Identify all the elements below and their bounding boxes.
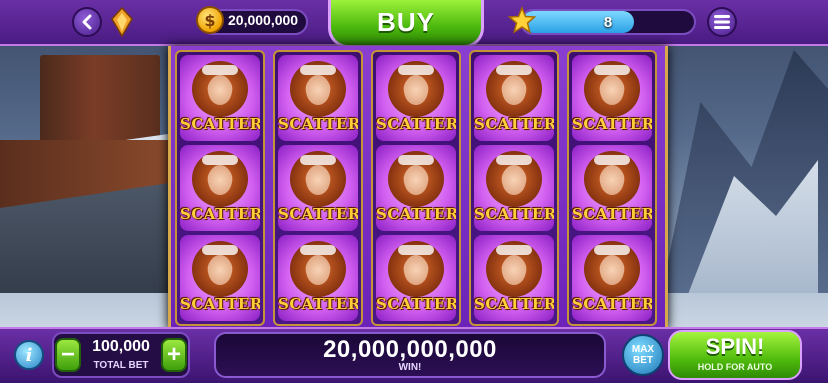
scatter-symbol: SCATTER (474, 55, 554, 141)
woman-portrait-icon (388, 241, 444, 297)
woman-portrait-icon (388, 151, 444, 207)
scatter-label: SCATTER (572, 295, 652, 313)
level-value: 8 (603, 14, 613, 31)
woman-portrait-icon (388, 61, 444, 117)
scatter-symbol: SCATTER (474, 235, 554, 321)
woman-portrait-icon (584, 151, 640, 207)
scatter-label: SCATTER (474, 205, 554, 223)
scatter-label: SCATTER (376, 295, 456, 313)
buy-button[interactable]: BUY (328, 0, 484, 48)
scatter-symbol: SCATTER (474, 145, 554, 231)
scatter-symbol: SCATTER (278, 235, 358, 321)
woman-portrait-icon (290, 151, 346, 207)
scatter-label: SCATTER (474, 295, 554, 313)
scatter-label: SCATTER (376, 115, 456, 133)
woman-portrait-icon (192, 151, 248, 207)
max-bet-button[interactable]: MAX BET (622, 334, 664, 376)
scatter-symbol: SCATTER (376, 55, 456, 141)
menu-button[interactable] (707, 7, 737, 37)
reel-frame: SCATTER SCATTER SCATTER SCATTER SCATTER SCATT… (168, 46, 668, 330)
reel-column: SCATTER SCATTER SCATTER (273, 50, 363, 326)
scatter-symbol: SCATTER (180, 235, 260, 321)
reel-column: SCATTER SCATTER SCATTER (175, 50, 265, 326)
win-value: 20,000,000,000 (323, 336, 497, 363)
back-button[interactable] (72, 7, 102, 37)
scatter-label: SCATTER (376, 205, 456, 223)
woman-portrait-icon (584, 241, 640, 297)
scatter-symbol: SCATTER (278, 55, 358, 141)
spin-label[interactable]: SPIN! (668, 334, 802, 360)
hamburger-menu-icon (714, 15, 730, 29)
scatter-symbol: SCATTER (180, 55, 260, 141)
scatter-symbol: SCATTER (572, 235, 652, 321)
increase-bet-button[interactable]: + (161, 338, 187, 372)
flame-gem-icon[interactable] (110, 7, 134, 37)
scatter-label: SCATTER (180, 295, 260, 313)
scatter-label: SCATTER (278, 295, 358, 313)
woman-portrait-icon (584, 61, 640, 117)
woman-portrait-icon (192, 241, 248, 297)
woman-portrait-icon (290, 241, 346, 297)
max-bet-label-line1: MAX (631, 344, 655, 355)
total-bet-label: TOTAL BET (93, 360, 149, 371)
win-label: WIN! (398, 362, 422, 373)
scatter-label: SCATTER (572, 205, 652, 223)
scatter-label: SCATTER (180, 205, 260, 223)
chevron-left-icon (82, 14, 92, 30)
total-bet-value: 100,000 (92, 338, 150, 355)
scatter-symbol: SCATTER (572, 55, 652, 141)
woman-portrait-icon (486, 241, 542, 297)
reel-column: SCATTER SCATTER SCATTER (567, 50, 657, 326)
decrease-bet-button[interactable]: − (55, 338, 81, 372)
scatter-label: SCATTER (278, 115, 358, 133)
scatter-label: SCATTER (278, 205, 358, 223)
info-button[interactable]: i (14, 340, 44, 370)
scatter-symbol: SCATTER (180, 145, 260, 231)
woman-portrait-icon (290, 61, 346, 117)
level-progress-bar[interactable]: 8 (520, 9, 696, 35)
max-bet-label-line2: BET (633, 355, 653, 366)
woman-portrait-icon (486, 61, 542, 117)
scatter-label: SCATTER (474, 115, 554, 133)
scatter-symbol: SCATTER (376, 235, 456, 321)
coin-icon: $ (196, 6, 224, 34)
scatter-symbol: SCATTER (572, 145, 652, 231)
coin-balance-value: 20,000,000 (228, 12, 299, 28)
woman-portrait-icon (192, 61, 248, 117)
reel-column: SCATTER SCATTER SCATTER (469, 50, 559, 326)
scatter-label: SCATTER (180, 115, 260, 133)
star-icon (508, 6, 536, 34)
reel-column: SCATTER SCATTER SCATTER (371, 50, 461, 326)
spin-hold-hint: HOLD FOR AUTO (697, 362, 773, 372)
scatter-symbol: SCATTER (278, 145, 358, 231)
scatter-symbol: SCATTER (376, 145, 456, 231)
scatter-label: SCATTER (572, 115, 652, 133)
woman-portrait-icon (486, 151, 542, 207)
